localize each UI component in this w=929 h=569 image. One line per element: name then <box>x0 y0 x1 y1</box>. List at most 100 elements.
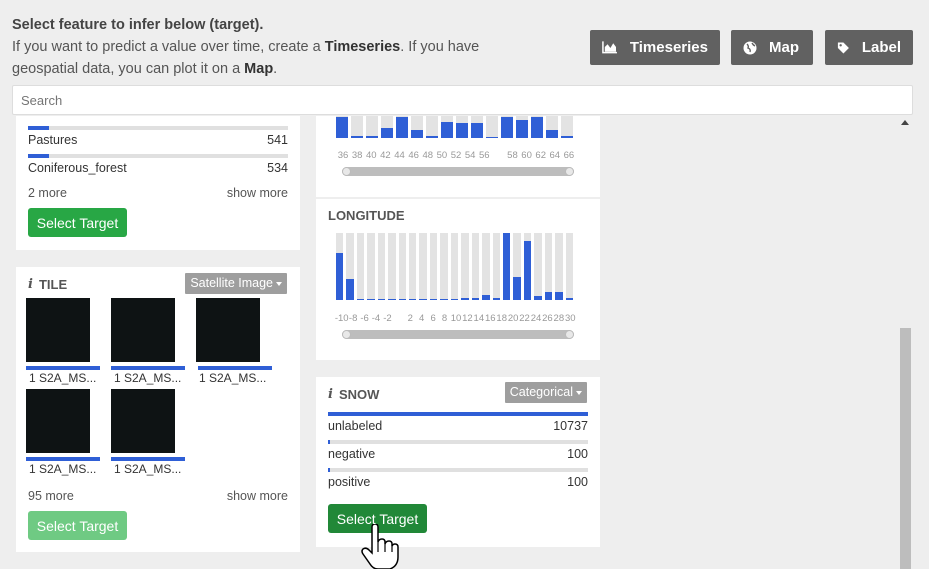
histogram-column <box>513 233 521 300</box>
type-dropdown[interactable]: Categorical <box>504 382 587 403</box>
histogram-column <box>544 233 553 300</box>
tick-label: -4 <box>371 313 381 324</box>
tick-label: 8 <box>441 313 448 324</box>
select-target-button[interactable]: Select Target <box>28 208 127 237</box>
category-row: unlabeled 10737 <box>328 412 588 433</box>
category-row: Pastures 541 <box>28 126 288 147</box>
slider-handle-min[interactable] <box>342 167 351 176</box>
feature-card-latitude: 36 38 40 42 44 46 48 50 52 54 56 58 60 62 64 66 <box>316 116 600 197</box>
tick-label: 48 <box>422 150 434 161</box>
thumbnail-label: 1 S2A_MS... <box>114 371 182 385</box>
feature-card-categorical: Pastures 541 Coniferous_forest 534 2 more … <box>16 116 300 250</box>
instructions: Select feature to infer below (target). … <box>12 14 572 80</box>
histogram-bar <box>388 299 396 300</box>
tick-label: 36 <box>337 150 349 161</box>
histogram-column <box>336 116 348 138</box>
image-thumbnail[interactable] <box>111 298 175 362</box>
image-thumbnail[interactable] <box>26 298 90 362</box>
tick-label: 16 <box>484 313 496 324</box>
histogram-column <box>367 233 375 300</box>
info-icon[interactable]: i <box>28 277 33 292</box>
tick-label: 42 <box>380 150 391 161</box>
histogram-bar <box>513 277 521 300</box>
tick-label: 56 <box>478 150 490 161</box>
histogram-column <box>534 233 542 300</box>
tick-label: -8 <box>348 313 358 324</box>
more-count: 2 more <box>28 186 67 200</box>
timeseries-button[interactable]: Timeseries <box>590 30 720 65</box>
select-target-button[interactable]: Select Target <box>28 511 127 540</box>
histogram-bar <box>565 298 573 300</box>
feature-card-snow: i SNOW Categorical unlabeled 10737 negativ… <box>316 377 600 547</box>
histogram-column <box>531 116 543 138</box>
histogram-column <box>356 233 365 300</box>
tick-label: 30 <box>564 313 576 324</box>
histogram-bar <box>516 120 528 138</box>
show-more-link[interactable]: show more <box>227 489 288 503</box>
card-title: LONGITUDE <box>328 208 405 223</box>
histogram-column <box>471 116 483 138</box>
histogram-column <box>426 116 438 138</box>
histogram-column <box>546 116 558 138</box>
histogram-column <box>471 233 480 300</box>
histogram-bar <box>544 291 553 300</box>
histogram-column <box>441 116 453 138</box>
histogram-bar <box>441 121 453 138</box>
info-icon[interactable]: i <box>328 387 333 402</box>
tick-label: 54 <box>464 150 476 161</box>
show-more-link[interactable]: show more <box>227 186 288 200</box>
histogram-bar <box>534 295 542 300</box>
image-thumbnail[interactable] <box>111 389 175 453</box>
histogram-column <box>561 116 573 138</box>
slider-handle-max[interactable] <box>565 330 574 339</box>
tick-label: 12 <box>462 313 473 324</box>
histogram-bar <box>377 299 386 300</box>
histogram-column <box>555 233 563 300</box>
histogram-column <box>377 233 386 300</box>
histogram-bar <box>461 298 469 300</box>
histogram-column <box>486 116 498 138</box>
histogram-column <box>501 116 513 138</box>
slider-handle-min[interactable] <box>342 330 351 339</box>
histogram-bar <box>456 122 468 138</box>
type-dropdown[interactable]: Satellite Image <box>185 273 287 294</box>
histogram-column <box>429 233 438 300</box>
feature-card-tile: i TILE Satellite Image 1 S2A_MS... 1 S2A_… <box>16 267 300 552</box>
range-slider[interactable] <box>342 167 574 176</box>
histogram-column <box>523 233 532 300</box>
histogram-bar <box>486 137 498 138</box>
instructions-line1: If you want to predict a value over time… <box>12 39 480 55</box>
histogram-bar <box>429 299 438 300</box>
globe-icon <box>743 41 757 54</box>
range-slider[interactable] <box>342 330 574 339</box>
histogram-column <box>351 116 363 138</box>
image-thumbnail[interactable] <box>26 389 90 453</box>
map-button[interactable]: Map <box>731 30 813 65</box>
histogram-column <box>409 233 417 300</box>
histogram-column <box>482 233 490 300</box>
histogram-column <box>492 233 500 300</box>
histogram-bar <box>561 136 573 138</box>
thumbnail-label: 1 S2A_MS... <box>29 371 97 385</box>
tick-label: -6 <box>360 313 369 324</box>
scroll-up-arrow-icon[interactable] <box>901 120 909 125</box>
latitude-ticks: 36 38 40 42 44 46 48 50 52 54 56 58 60 62 64 66 <box>336 150 576 162</box>
slider-handle-max[interactable] <box>565 167 574 176</box>
histogram-column <box>516 116 528 138</box>
tick-label: -10 <box>334 313 349 324</box>
search-input[interactable] <box>12 85 913 115</box>
scrollbar-thumb[interactable] <box>900 328 911 569</box>
tick-label: 46 <box>408 150 419 161</box>
histogram-column <box>565 233 573 300</box>
histogram-bar <box>409 299 417 300</box>
histogram-bar <box>440 299 448 300</box>
label-button[interactable]: Label <box>825 30 913 65</box>
tick-label: 60 <box>521 150 532 161</box>
histogram-bar <box>419 299 427 300</box>
histogram-bar <box>501 117 513 138</box>
image-thumbnail[interactable] <box>196 298 260 362</box>
histogram-bar <box>366 135 378 138</box>
thumbnail-label: 1 S2A_MS... <box>29 462 97 476</box>
histogram-bar <box>523 241 532 300</box>
thumbnail-label: 1 S2A_MS... <box>114 462 182 476</box>
